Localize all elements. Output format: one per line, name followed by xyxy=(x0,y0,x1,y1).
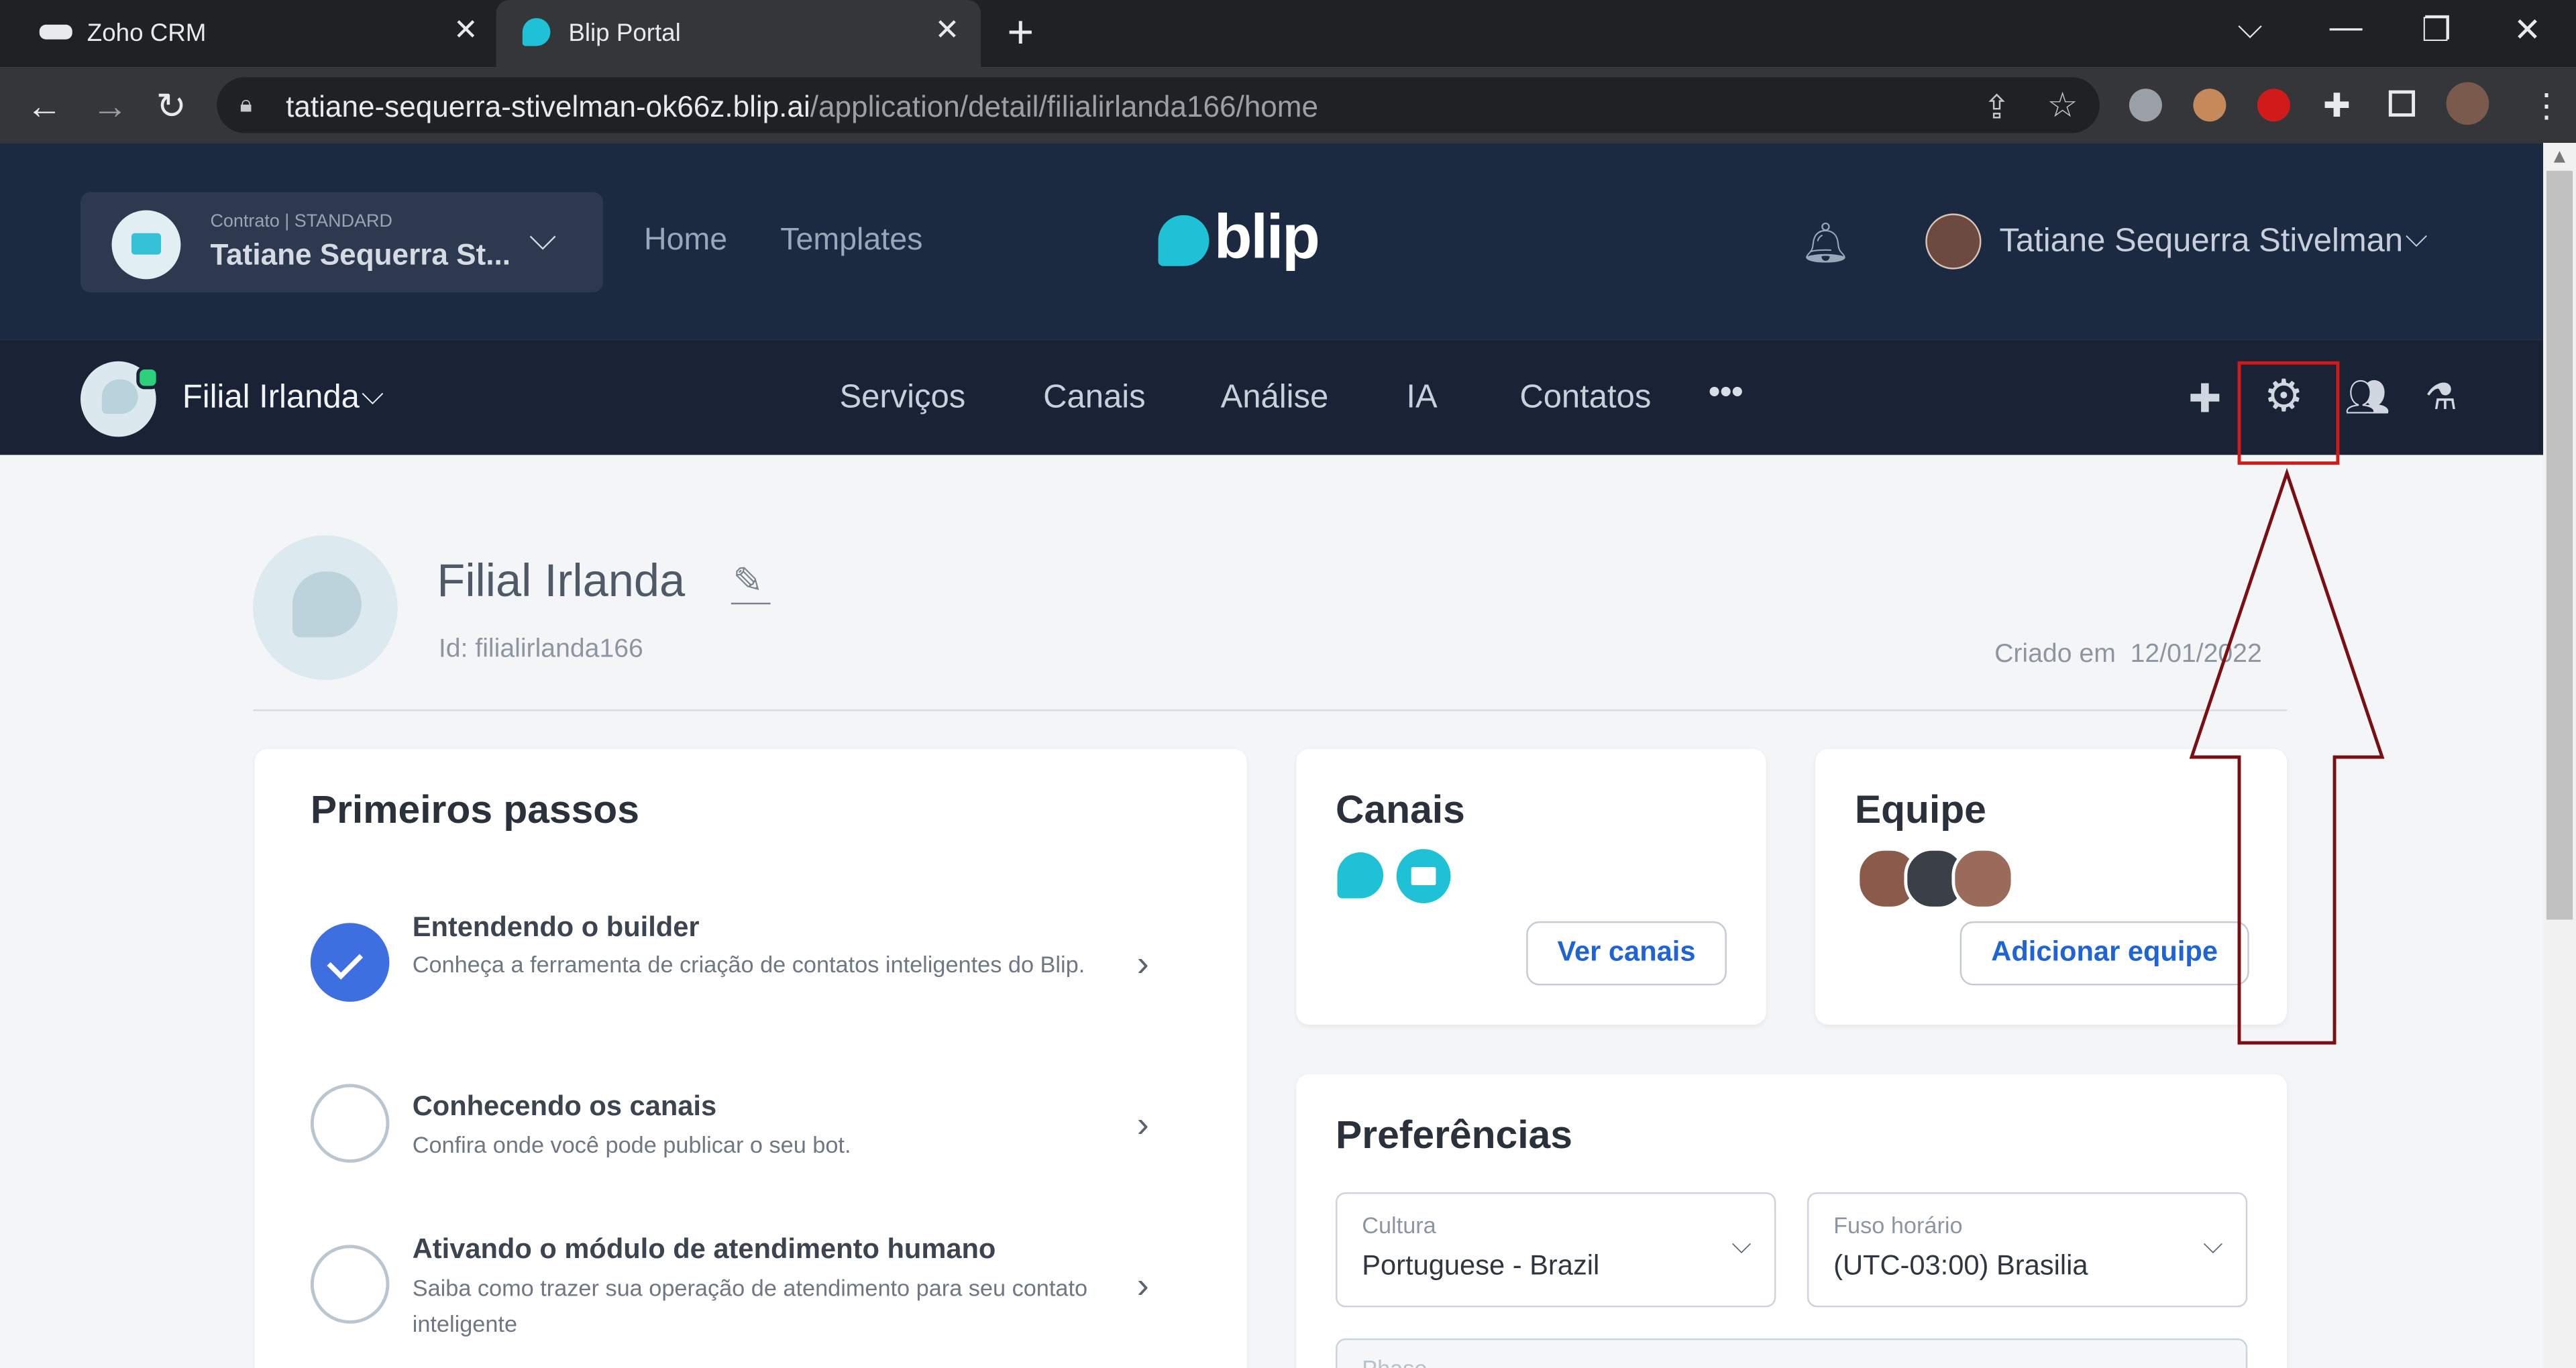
bookmark-star-icon[interactable]: ☆ xyxy=(2047,85,2078,126)
url-text[interactable]: tatiane-sequerra-stivelman-ok66z.blip.ai… xyxy=(286,91,1318,125)
scrollbar-thumb[interactable] xyxy=(2546,170,2573,920)
share-icon[interactable]: ⇪ xyxy=(1983,87,2010,128)
flask-icon[interactable]: ⚗ xyxy=(2425,376,2457,419)
chevron-down-icon[interactable]: ⌵ xyxy=(362,378,384,412)
field-value: (UTC-03:00) Brasilia xyxy=(1833,1249,2088,1281)
card-title: Preferências xyxy=(1336,1113,1572,1158)
blip-chat-channel-icon xyxy=(1337,852,1384,899)
card-title: Equipe xyxy=(1854,788,1986,833)
step-title[interactable]: Entendendo o builder xyxy=(413,911,700,944)
nav-servicos[interactable]: Serviços xyxy=(839,380,965,417)
extension-icon[interactable] xyxy=(2129,89,2162,122)
page-title: Filial Irlanda xyxy=(437,555,686,606)
annotation-arrow xyxy=(2189,467,2385,1045)
extension-face-icon[interactable] xyxy=(2193,89,2226,122)
bot-id: Id: filialirlanda166 xyxy=(438,635,643,664)
step-pending-circle xyxy=(310,1084,390,1163)
close-tab-icon[interactable]: ✕ xyxy=(934,13,959,48)
email-channel-icon xyxy=(1396,849,1451,903)
nav-analise[interactable]: Análise xyxy=(1221,380,1329,417)
chevron-right-icon[interactable]: › xyxy=(1137,1104,1149,1147)
step-pending-circle xyxy=(310,1245,390,1324)
blip-bubble-icon xyxy=(522,17,551,46)
reload-icon[interactable]: ↻ xyxy=(156,85,186,128)
step-desc: Confira onde você pode publicar o seu bo… xyxy=(412,1131,851,1158)
more-icon[interactable]: ••• xyxy=(1709,374,1743,412)
chevron-right-icon[interactable]: › xyxy=(1137,943,1149,986)
chat-bubble-icon xyxy=(292,571,362,638)
back-icon[interactable]: ← xyxy=(26,85,62,128)
browser-menu-icon[interactable]: ⋮ xyxy=(2530,85,2563,126)
bot-name[interactable]: Filial Irlanda xyxy=(182,380,360,417)
chevron-right-icon[interactable]: › xyxy=(1137,1265,1149,1308)
extensions-puzzle-icon[interactable]: ✚ xyxy=(2188,376,2221,424)
card-title: Canais xyxy=(1336,788,1465,833)
blip-logo-icon xyxy=(39,24,72,40)
restore-icon[interactable]: ❐ xyxy=(2422,10,2451,51)
chevron-down-icon[interactable]: ⌵ xyxy=(529,217,557,260)
side-panel-icon[interactable] xyxy=(2388,90,2416,117)
chat-bubble-icon xyxy=(101,379,138,414)
nav-templates[interactable]: Templates xyxy=(780,223,922,260)
lock-icon: 🔒︎ xyxy=(239,90,252,117)
tab-title: Blip Portal xyxy=(568,19,681,48)
step-title[interactable]: Ativando o módulo de atendimento humano xyxy=(413,1233,996,1266)
close-tab-icon[interactable]: ✕ xyxy=(453,13,478,48)
tab-search-icon[interactable]: ⌵ xyxy=(2238,10,2263,48)
field-label: Cultura xyxy=(1362,1212,1436,1239)
online-status-dot xyxy=(136,366,160,390)
card-title: Primeiros passos xyxy=(310,788,639,833)
bell-icon[interactable]: 🔔︎ xyxy=(1801,220,1851,268)
check-done-icon xyxy=(310,923,390,1002)
chevron-down-icon[interactable]: ⌵ xyxy=(2203,1232,2223,1261)
scroll-up-icon[interactable]: ▲ xyxy=(2550,145,2569,168)
step-desc: Saiba como trazer sua operação de atendi… xyxy=(412,1274,1088,1337)
divider xyxy=(253,709,2288,711)
browser-tab-zoho[interactable]: Zoho CRM ✕ xyxy=(0,0,496,67)
profile-avatar[interactable] xyxy=(2446,82,2489,125)
briefcase-icon xyxy=(111,210,181,280)
nav-home[interactable]: Home xyxy=(644,223,727,260)
nav-ia[interactable]: IA xyxy=(1406,380,1437,417)
contract-label: Contrato | STANDARD xyxy=(210,211,392,232)
logo-text: blip xyxy=(1214,203,1320,273)
field-label: Fuso horário xyxy=(1833,1212,1963,1239)
step-desc: Conheça a ferramenta de criação de conta… xyxy=(412,950,1085,978)
edit-pencil-icon[interactable]: ✎ xyxy=(733,560,763,603)
user-name[interactable]: Tatiane Sequerra Stivelman xyxy=(1999,223,2403,261)
contract-name: Tatiane Sequerra St... xyxy=(210,238,511,272)
minimize-icon[interactable]: — xyxy=(2330,10,2363,48)
step-title[interactable]: Conhecendo os canais xyxy=(413,1090,716,1123)
chevron-down-icon[interactable]: ⌵ xyxy=(2405,220,2427,254)
field-value: Portuguese - Brazil xyxy=(1362,1249,1600,1281)
new-tab-button[interactable]: + xyxy=(1007,7,1034,59)
bot-large-avatar xyxy=(253,535,398,680)
team-users-icon[interactable]: 👥︎ xyxy=(2345,376,2390,419)
ver-canais-button[interactable]: Ver canais xyxy=(1526,921,1727,986)
close-window-icon[interactable]: ✕ xyxy=(2514,10,2541,51)
highlight-box xyxy=(2237,361,2340,465)
forward-icon[interactable]: → xyxy=(92,85,128,128)
user-avatar[interactable] xyxy=(1925,213,1982,270)
browser-tab-blip-portal[interactable]: Blip Portal ✕ xyxy=(496,0,981,68)
extensions-puzzle-icon[interactable]: ✚ xyxy=(2323,85,2351,126)
edit-underline xyxy=(731,602,771,605)
nav-canais[interactable]: Canais xyxy=(1043,380,1145,417)
team-member-avatar xyxy=(1951,847,2015,910)
nav-contatos[interactable]: Contatos xyxy=(1519,380,1651,417)
extension-red-icon[interactable] xyxy=(2257,89,2290,122)
tab-title: Zoho CRM xyxy=(87,19,207,48)
chevron-down-icon[interactable]: ⌵ xyxy=(1731,1232,1752,1261)
blip-bubble-icon xyxy=(1158,215,1210,266)
field-label: Phase xyxy=(1362,1355,1427,1368)
partial-field[interactable] xyxy=(1336,1338,2248,1368)
